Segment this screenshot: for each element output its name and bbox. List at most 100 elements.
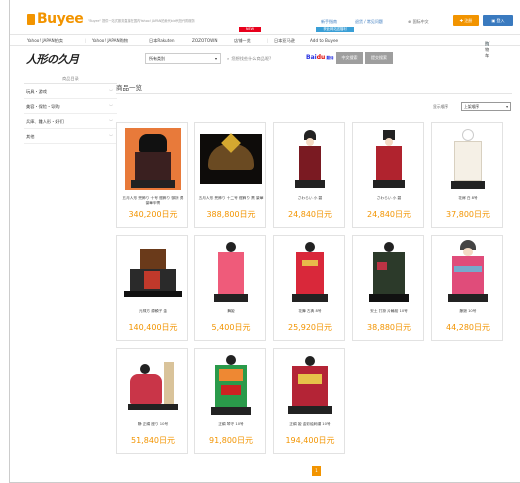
sidebar-item-dolls[interactable]: 兵庫、雛人形・好们 ﹀ (24, 114, 117, 129)
top-header: Buyee "Buyee" 提供一站式服务直接在国内Yahoo! JAPAN拍卖… (10, 8, 520, 32)
nav-divider: | (267, 38, 269, 43)
sidebar-title: 商品目录 (24, 74, 117, 84)
nav-yahoo-auction[interactable]: Yahoo! JAPAN拍卖 (27, 38, 63, 44)
nav-divider: | (85, 38, 87, 43)
product-card[interactable]: 藤娘 10号 44,280日元 (431, 235, 503, 341)
product-image[interactable] (358, 126, 420, 192)
product-name[interactable]: さわらい 小 碧 (356, 196, 422, 207)
product-price: 388,800日元 (206, 210, 256, 219)
product-card[interactable]: 元禄方 源頼子 金 140,400日元 (116, 235, 188, 341)
sidebar-item-other[interactable]: 其他 ﹀ (24, 129, 117, 144)
login-label: 登入 (496, 18, 505, 23)
buyee-logo-text: Buyee (37, 11, 84, 27)
chevron-down-icon: ﹀ (109, 89, 113, 94)
search-bar: 人形の久月 所有类别 ▾ ⌕ 您想找些什么商品呢? Baidu 翻译 中文搜索 … (10, 48, 520, 70)
chevron-down-icon: ﹀ (109, 119, 113, 124)
product-card[interactable]: 舞姫 5,400日元 (194, 235, 266, 341)
search-placeholder: 您想找些什么商品呢? (231, 56, 272, 61)
product-price: 24,840日元 (288, 210, 332, 219)
nav-zozotown[interactable]: ZOZOTOWN (192, 38, 217, 43)
baidu-translate-logo: Baidu 翻译 (306, 54, 334, 61)
language-link[interactable]: ⊕ 国际中文 (408, 19, 429, 25)
page-title: 商品一览 (116, 84, 142, 92)
product-image[interactable] (358, 239, 420, 305)
chevron-down-icon: ▾ (506, 104, 508, 109)
buyee-logo[interactable]: Buyee (27, 11, 84, 27)
product-name[interactable]: 元禄方 源頼子 金 (120, 309, 186, 320)
product-card[interactable]: 静 正絹 座り 10号 51,840日元 (116, 348, 188, 454)
product-name[interactable]: 静 正絹 座り 10号 (120, 422, 186, 433)
product-card[interactable]: 正絹 琴守 10号 91,800日元 (194, 348, 266, 454)
product-image[interactable] (122, 239, 184, 305)
product-price: 194,400日元 (285, 436, 335, 445)
product-name[interactable]: 花舞 古典 8号 (277, 309, 343, 320)
sidebar-item-label: 美容・保险・导购 (26, 104, 60, 109)
product-image[interactable] (122, 126, 184, 192)
product-price: 44,280日元 (446, 323, 490, 332)
product-card[interactable]: 花舞 古典 8号 25,920日元 (273, 235, 345, 341)
login-button[interactable]: ▣ 登入 (483, 15, 513, 26)
product-card[interactable]: さわらい 小 碧 24,840日元 (273, 122, 345, 228)
product-name[interactable]: 正絹 姫 金彩絵刺繍 10号 (277, 422, 343, 433)
product-name[interactable]: 藤娘 10号 (435, 309, 501, 320)
product-price: 5,400日元 (211, 323, 251, 332)
register-label: 注册 (464, 18, 473, 23)
product-image[interactable] (279, 239, 341, 305)
promo-badge[interactable]: 获此网站送福利 (316, 27, 354, 32)
product-card[interactable]: 五月人形 兜飾り 十二号 鎧飾り 黒 豪華 388,800日元 (194, 122, 266, 228)
new-badge: NEW (239, 27, 261, 32)
product-card[interactable]: 五月人形 兜飾り 十号 鎧飾り 御所 勇 豪華甲冑 340,200日元 (116, 122, 188, 228)
product-image[interactable] (200, 352, 262, 418)
product-name[interactable]: さわらい 小 碧 (277, 196, 343, 207)
category-sidebar: 商品目录 玩具・游戏 ﹀ 美容・保险・导购 ﹀ 兵庫、雛人形・好们 ﹀ 其他 ﹀ (24, 74, 117, 144)
sidebar-item-label: 兵庫、雛人形・好们 (26, 119, 64, 124)
product-card[interactable]: 花嫁 白 8号 37,800日元 (431, 122, 503, 228)
chevron-down-icon: ﹀ (109, 134, 113, 139)
product-name[interactable]: 五月人形 兜飾り 十二号 鎧飾り 黒 豪華 (198, 196, 264, 207)
category-select-value: 所有类别 (149, 56, 165, 61)
sort-select[interactable]: 上架顺序 ▾ (461, 102, 511, 111)
product-price: 37,800日元 (446, 210, 490, 219)
nav-shops[interactable]: 店铺一览 (234, 38, 251, 44)
sidebar-item-label: 其他 (26, 134, 35, 139)
search-japanese-button[interactable]: 提交搜索 (365, 52, 393, 64)
product-image[interactable] (437, 126, 499, 192)
product-image[interactable] (437, 239, 499, 305)
sort-label: 显示顺序 (433, 104, 449, 109)
chevron-down-icon: ▾ (214, 56, 217, 61)
nav-rakuten[interactable]: 日本Rakuten (149, 38, 175, 44)
search-input[interactable]: ⌕ 您想找些什么商品呢? (224, 53, 299, 64)
product-image[interactable] (122, 352, 184, 418)
product-price: 24,840日元 (367, 210, 411, 219)
search-chinese-button[interactable]: 中文搜索 (336, 52, 363, 64)
product-image[interactable] (200, 126, 262, 192)
product-name[interactable]: 花嫁 白 8号 (435, 196, 501, 207)
language-label: 国际中文 (412, 19, 429, 24)
product-card[interactable]: さわらい 小 碧 24,840日元 (352, 122, 424, 228)
product-name[interactable]: 正絹 琴守 10号 (198, 422, 264, 433)
sidebar-item-beauty[interactable]: 美容・保险・导购 ﹀ (24, 99, 117, 114)
nav-amazon[interactable]: 日本亚马逊 (274, 38, 295, 44)
product-price: 340,200日元 (128, 210, 178, 219)
nav-add-to-buyee[interactable]: Add to Buyee (310, 38, 338, 43)
faq-link[interactable]: 退货 / 常见问题 (355, 19, 383, 25)
nav-yahoo-shopping[interactable]: Yahoo! JAPAN购物 (92, 38, 128, 44)
product-name[interactable]: 五月人形 兜飾り 十号 鎧飾り 御所 勇 豪華甲冑 (120, 196, 186, 207)
product-card[interactable]: 安土 打掛 片輪桜 10号 38,880日元 (352, 235, 424, 341)
shop-logo[interactable]: 人形の久月 (26, 51, 79, 67)
guide-link[interactable]: 新手指南 (321, 19, 337, 25)
product-image[interactable] (200, 239, 262, 305)
product-card[interactable]: 正絹 姫 金彩絵刺繍 10号 194,400日元 (273, 348, 345, 454)
main-nav: Yahoo! JAPAN拍卖 | Yahoo! JAPAN购物 日本Rakute… (10, 34, 520, 58)
product-name[interactable]: 安土 打掛 片輪桜 10号 (356, 309, 422, 320)
category-select[interactable]: 所有类别 ▾ (145, 53, 221, 64)
sidebar-item-toys[interactable]: 玩具・游戏 ﹀ (24, 84, 117, 99)
chevron-down-icon: ﹀ (109, 104, 113, 109)
product-image[interactable] (279, 352, 341, 418)
pagination-current[interactable]: 1 (312, 466, 321, 476)
product-name[interactable]: 舞姫 (198, 309, 264, 320)
product-price: 25,920日元 (288, 323, 332, 332)
register-button[interactable]: ✚ 注册 (453, 15, 479, 26)
product-image[interactable] (279, 126, 341, 192)
product-price: 140,400日元 (128, 323, 178, 332)
